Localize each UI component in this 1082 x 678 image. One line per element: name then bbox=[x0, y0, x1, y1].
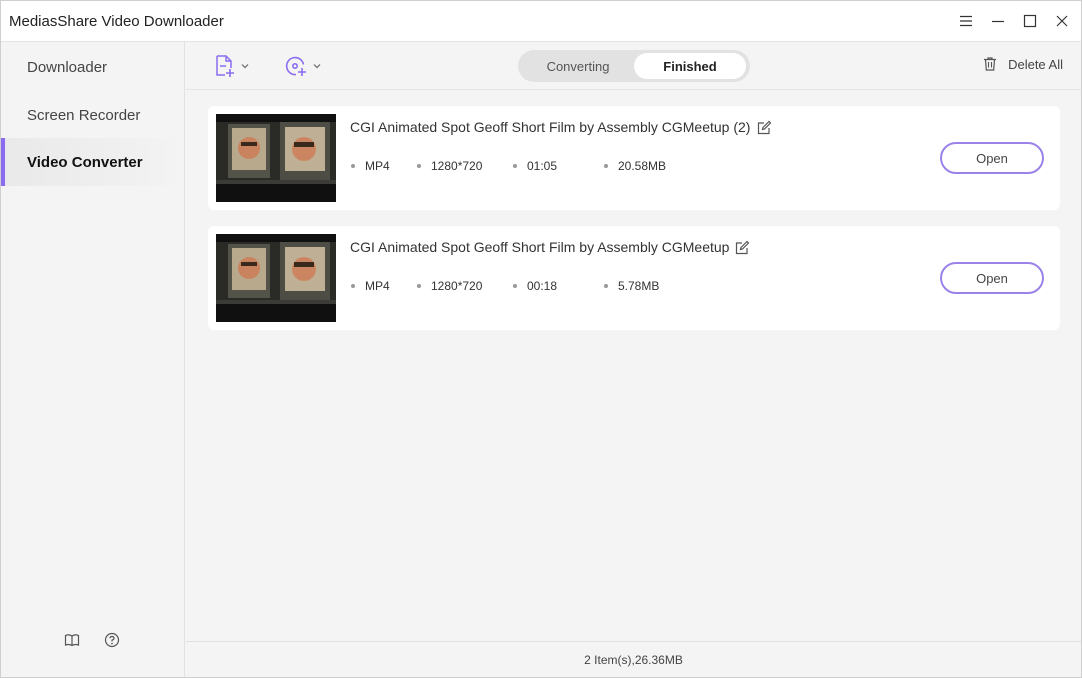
minimize-icon[interactable] bbox=[988, 11, 1008, 31]
app-window: MediasShare Video Downloader Downloader … bbox=[0, 0, 1082, 678]
video-format: MP4 bbox=[365, 159, 390, 173]
sidebar-item-downloader[interactable]: Downloader bbox=[1, 43, 184, 91]
delete-all-button[interactable]: Delete All bbox=[982, 56, 1063, 72]
video-format: MP4 bbox=[365, 279, 390, 293]
format-meta: MP4 bbox=[351, 159, 390, 173]
video-resolution: 1280*720 bbox=[431, 159, 483, 173]
tab-converting[interactable]: Converting bbox=[522, 53, 634, 79]
resolution-meta: 1280*720 bbox=[417, 159, 482, 173]
video-size: 20.58MB bbox=[618, 159, 667, 173]
bullet-icon bbox=[417, 284, 421, 288]
video-title: CGI Animated Spot Geoff Short Film by As… bbox=[350, 119, 751, 135]
title-bar: MediasShare Video Downloader bbox=[1, 1, 1081, 42]
status-bar: 2 Item(s),26.36MB bbox=[186, 641, 1081, 677]
add-file-icon bbox=[216, 55, 234, 77]
bullet-icon bbox=[513, 164, 517, 168]
bullet-icon bbox=[351, 284, 355, 288]
open-button[interactable]: Open bbox=[940, 262, 1044, 294]
trash-icon bbox=[984, 57, 997, 71]
duration-meta: 01:05 bbox=[513, 159, 557, 173]
toolbar: Converting Finished Delete All bbox=[186, 42, 1081, 90]
bullet-icon bbox=[513, 284, 517, 288]
bullet-icon bbox=[604, 164, 608, 168]
finished-list: CGI Animated Spot Geoff Short Film by As… bbox=[186, 90, 1081, 641]
edit-icon[interactable] bbox=[734, 240, 750, 256]
resolution-meta: 1280*720 bbox=[417, 279, 482, 293]
list-item: CGI Animated Spot Geoff Short Film by As… bbox=[208, 106, 1060, 210]
sidebar-item-screen-recorder[interactable]: Screen Recorder bbox=[1, 91, 184, 139]
list-item: CGI Animated Spot Geoff Short Film by As… bbox=[208, 226, 1060, 330]
video-size: 5.78MB bbox=[618, 279, 660, 293]
sidebar-item-label: Screen Recorder bbox=[27, 106, 141, 124]
app-title: MediasShare Video Downloader bbox=[9, 13, 224, 30]
video-duration: 01:05 bbox=[527, 159, 558, 173]
sidebar-item-video-converter[interactable]: Video Converter bbox=[1, 138, 184, 186]
close-icon[interactable] bbox=[1052, 11, 1072, 31]
bullet-icon bbox=[417, 164, 421, 168]
open-button[interactable]: Open bbox=[940, 142, 1044, 174]
sidebar-item-label: Downloader bbox=[27, 58, 108, 76]
book-icon[interactable] bbox=[63, 631, 81, 649]
video-duration: 00:18 bbox=[527, 279, 558, 293]
item-summary: 2 Item(s),26.36MB bbox=[584, 652, 683, 667]
chevron-down-icon bbox=[241, 64, 249, 69]
size-meta: 5.78MB bbox=[604, 279, 659, 293]
duration-meta: 00:18 bbox=[513, 279, 557, 293]
maximize-icon[interactable] bbox=[1020, 11, 1040, 31]
menu-icon[interactable] bbox=[956, 11, 976, 31]
sidebar: Downloader Screen Recorder Video Convert… bbox=[1, 42, 185, 677]
size-meta: 20.58MB bbox=[604, 159, 666, 173]
edit-icon[interactable] bbox=[756, 120, 772, 136]
video-thumbnail[interactable] bbox=[216, 234, 336, 322]
add-disc-icon bbox=[285, 56, 306, 76]
video-title: CGI Animated Spot Geoff Short Film by As… bbox=[350, 239, 730, 255]
chevron-down-icon bbox=[313, 64, 321, 69]
bullet-icon bbox=[351, 164, 355, 168]
sidebar-item-label: Video Converter bbox=[27, 153, 143, 171]
help-icon[interactable] bbox=[103, 631, 121, 649]
delete-all-label: Delete All bbox=[1008, 56, 1063, 72]
format-meta: MP4 bbox=[351, 279, 390, 293]
status-segmented-control: Converting Finished bbox=[518, 50, 750, 82]
video-resolution: 1280*720 bbox=[431, 279, 483, 293]
video-thumbnail[interactable] bbox=[216, 114, 336, 202]
add-disc-button[interactable] bbox=[284, 54, 322, 78]
add-file-button[interactable] bbox=[214, 54, 250, 78]
tab-finished[interactable]: Finished bbox=[634, 53, 746, 79]
bullet-icon bbox=[604, 284, 608, 288]
